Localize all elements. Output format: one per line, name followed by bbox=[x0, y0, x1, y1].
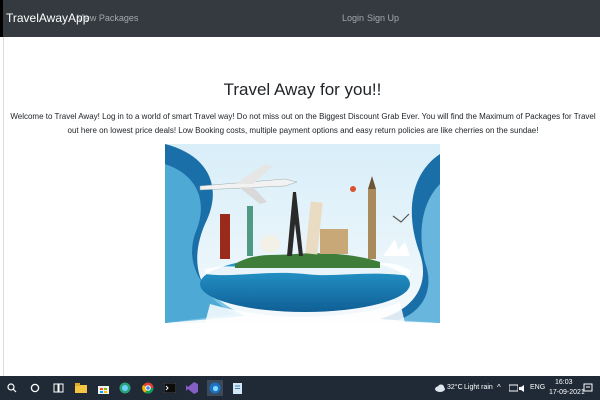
clock-time[interactable]: 16:03 bbox=[555, 379, 573, 386]
weather-temp[interactable]: 32°C bbox=[447, 384, 463, 391]
language-indicator[interactable]: ENG bbox=[530, 384, 545, 391]
view-packages-link[interactable]: View Packages bbox=[77, 13, 138, 23]
login-link[interactable]: Login bbox=[342, 13, 364, 23]
hero-image bbox=[165, 144, 440, 323]
cortana-icon[interactable] bbox=[27, 380, 43, 396]
windows-taskbar: 32°C Light rain ^ ENG 16:03 17-09-2021 bbox=[0, 376, 600, 400]
search-icon[interactable] bbox=[4, 380, 20, 396]
welcome-text: Welcome to Travel Away! Log in to a worl… bbox=[10, 112, 596, 135]
main-content: Travel Away for you!! Welcome to Travel … bbox=[3, 37, 600, 376]
file-explorer-icon[interactable] bbox=[73, 380, 89, 396]
signup-link[interactable]: Sign Up bbox=[367, 13, 399, 23]
edge-dev-icon[interactable] bbox=[207, 380, 223, 396]
top-navbar: TravelAwayApp View Packages Login Sign U… bbox=[0, 0, 600, 37]
terminal-icon[interactable] bbox=[162, 380, 178, 396]
edge-icon[interactable] bbox=[117, 380, 133, 396]
visual-studio-icon[interactable] bbox=[184, 380, 200, 396]
notepad-icon[interactable] bbox=[229, 380, 245, 396]
notification-icon[interactable] bbox=[580, 380, 596, 396]
chrome-icon[interactable] bbox=[140, 380, 156, 396]
task-view-icon[interactable] bbox=[50, 380, 66, 396]
store-icon[interactable] bbox=[95, 380, 111, 396]
volume-icon[interactable] bbox=[514, 380, 530, 396]
weather-text[interactable]: Light rain bbox=[464, 384, 493, 391]
weather-icon[interactable] bbox=[432, 380, 448, 396]
page-title: Travel Away for you!! bbox=[223, 80, 382, 99]
chevron-up-icon[interactable]: ^ bbox=[497, 383, 501, 392]
